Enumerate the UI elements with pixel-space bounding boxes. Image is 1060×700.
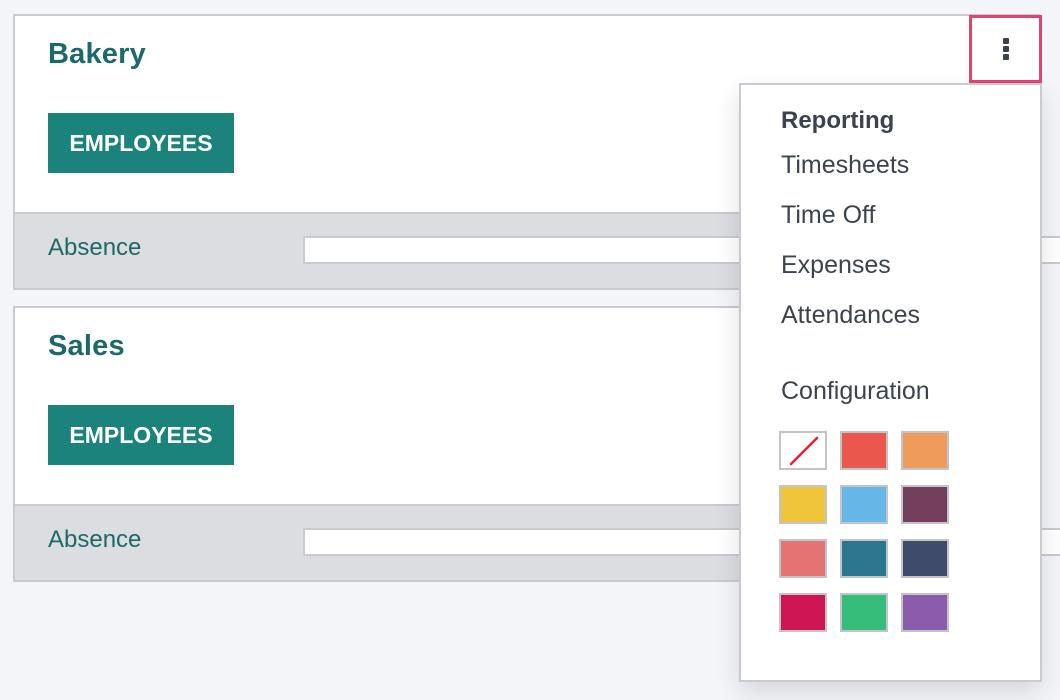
color-picker — [779, 431, 949, 632]
menu-item-attendances[interactable]: Attendances — [781, 301, 920, 330]
employees-button[interactable]: EMPLOYEES — [48, 405, 234, 465]
menu-item-expenses[interactable]: Expenses — [781, 251, 891, 280]
reporting-section-title: Reporting — [781, 107, 895, 134]
color-swatch-red[interactable] — [840, 431, 888, 470]
color-swatch-purple[interactable] — [901, 593, 949, 632]
card-title: Sales — [48, 330, 125, 362]
color-swatch-salmon-pink[interactable] — [779, 539, 827, 578]
color-swatch-green[interactable] — [840, 593, 888, 632]
employees-button[interactable]: EMPLOYEES — [48, 113, 234, 173]
absence-label[interactable]: Absence — [48, 526, 141, 554]
vertical-ellipsis-icon — [1002, 38, 1009, 60]
color-swatch-orange[interactable] — [901, 431, 949, 470]
absence-label[interactable]: Absence — [48, 234, 141, 262]
color-swatch-none[interactable] — [779, 431, 827, 470]
color-swatch-yellow[interactable] — [779, 485, 827, 524]
configuration-section-title: Configuration — [781, 377, 930, 405]
card-menu-toggle-button[interactable] — [969, 15, 1042, 83]
menu-item-time-off[interactable]: Time Off — [781, 201, 875, 230]
color-swatch-medium-blue[interactable] — [840, 539, 888, 578]
color-swatch-dark-blue[interactable] — [901, 539, 949, 578]
color-swatch-fuchsia[interactable] — [779, 593, 827, 632]
card-dropdown-menu: Reporting Timesheets Time Off Expenses A… — [739, 83, 1042, 682]
card-title: Bakery — [48, 38, 146, 70]
color-swatch-light-blue[interactable] — [840, 485, 888, 524]
no-color-slash-icon — [789, 436, 819, 466]
menu-item-timesheets[interactable]: Timesheets — [781, 151, 909, 180]
color-swatch-dark-purple[interactable] — [901, 485, 949, 524]
